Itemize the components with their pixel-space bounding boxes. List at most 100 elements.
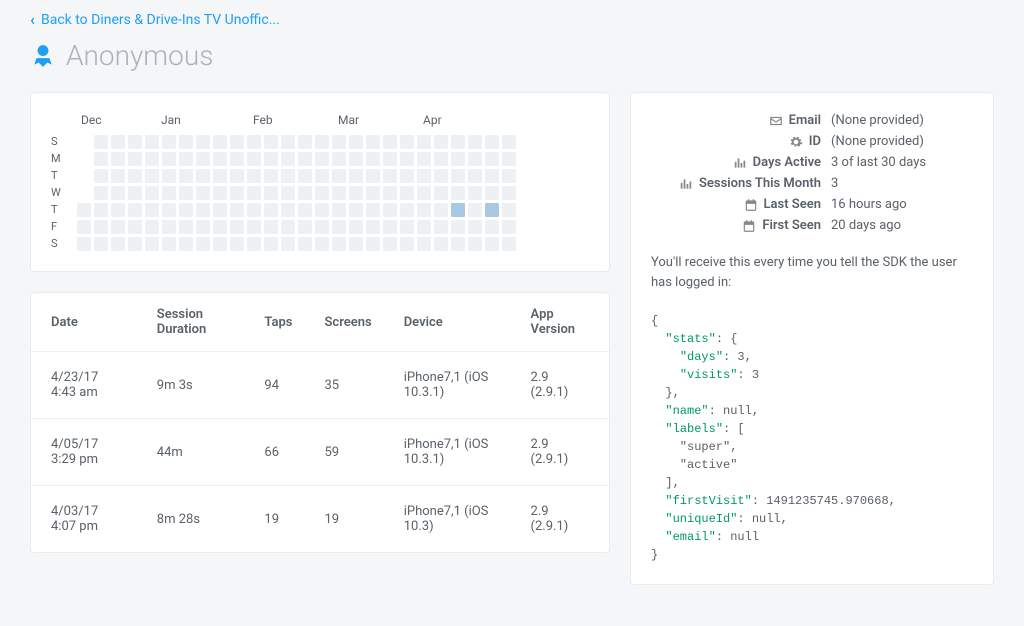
- heatmap-month-label: Mar: [338, 113, 423, 127]
- heatmap-cell: [485, 203, 499, 217]
- sdk-note: You'll receive this every time you tell …: [651, 253, 973, 292]
- heatmap-cell: [349, 237, 363, 251]
- heatmap-cell: [502, 152, 516, 166]
- heatmap-cell: [400, 203, 414, 217]
- heatmap-cell: [162, 220, 176, 234]
- heatmap-cell: [366, 203, 380, 217]
- heatmap-cell: [196, 152, 210, 166]
- heatmap-cell: [485, 152, 499, 166]
- heatmap-cell: [383, 186, 397, 200]
- heatmap-cell: [298, 152, 312, 166]
- info-label: First Seen: [762, 218, 821, 233]
- heatmap-cell: [417, 135, 431, 149]
- heatmap-cell: [247, 152, 261, 166]
- heatmap-cell: [179, 237, 193, 251]
- info-value: 3: [831, 176, 973, 191]
- info-value: 20 days ago: [831, 218, 973, 233]
- heatmap-weekdays: SMTWTFS: [51, 135, 67, 251]
- heatmap-cell: [417, 186, 431, 200]
- heatmap-cell: [400, 220, 414, 234]
- heatmap-cell: [434, 203, 448, 217]
- heatmap-cell: [298, 169, 312, 183]
- heatmap-cell: [468, 220, 482, 234]
- info-label: Email: [789, 113, 821, 128]
- heatmap-cell: [247, 203, 261, 217]
- heatmap-cell: [332, 220, 346, 234]
- table-cell: 44m: [137, 419, 245, 486]
- heatmap-cell: [417, 169, 431, 183]
- heatmap-weekday-label: S: [51, 237, 67, 251]
- heatmap-cell: [94, 237, 108, 251]
- heatmap-cell: [94, 135, 108, 149]
- table-row[interactable]: 4/05/17 3:29 pm44m6659iPhone7,1 (iOS 10.…: [31, 419, 609, 486]
- heatmap-weekday-label: M: [51, 152, 67, 166]
- heatmap-cell: [315, 203, 329, 217]
- heatmap-cell: [247, 237, 261, 251]
- heatmap-month-label: Dec: [81, 113, 161, 127]
- user-info-list: Email(None provided)ID(None provided)Day…: [651, 113, 973, 233]
- info-value: (None provided): [831, 113, 973, 128]
- heatmap-cell: [315, 220, 329, 234]
- heatmap-cell: [230, 203, 244, 217]
- heatmap-cell: [196, 186, 210, 200]
- heatmap-cell: [451, 169, 465, 183]
- table-cell: 59: [305, 419, 384, 486]
- info-row: Sessions This Month3: [651, 176, 973, 191]
- heatmap-cell: [128, 203, 142, 217]
- heatmap-cell: [77, 220, 91, 234]
- heatmap-cell: [264, 152, 278, 166]
- heatmap-cell: [315, 169, 329, 183]
- table-cell: 35: [305, 352, 384, 419]
- heatmap-cell: [468, 186, 482, 200]
- heatmap-cell: [315, 186, 329, 200]
- heatmap-cell: [145, 203, 159, 217]
- back-link[interactable]: ‹ Back to Diners & Drive-Ins TV Unoffic.…: [30, 10, 280, 29]
- heatmap-cell: [230, 220, 244, 234]
- table-row[interactable]: 4/03/17 4:07 pm8m 28s1919iPhone7,1 (iOS …: [31, 486, 609, 553]
- heatmap-cell: [230, 135, 244, 149]
- heatmap-cell: [94, 186, 108, 200]
- heatmap-cell: [264, 203, 278, 217]
- heatmap-cell: [162, 135, 176, 149]
- heatmap-cell: [111, 152, 125, 166]
- heatmap-cell: [111, 186, 125, 200]
- heatmap-cell: [349, 152, 363, 166]
- heatmap-cell: [94, 203, 108, 217]
- heatmap-cell: [502, 169, 516, 183]
- table-cell: 94: [244, 352, 304, 419]
- table-cell: iPhone7,1 (iOS 10.3.1): [384, 419, 511, 486]
- table-row[interactable]: 4/23/17 4:43 am9m 3s9435iPhone7,1 (iOS 1…: [31, 352, 609, 419]
- table-header: App Version: [511, 293, 609, 352]
- heatmap-cell: [128, 220, 142, 234]
- heatmap-cell: [111, 237, 125, 251]
- heatmap-cell: [315, 237, 329, 251]
- heatmap-cell: [264, 220, 278, 234]
- table-cell: 66: [244, 419, 304, 486]
- heatmap-cells: [77, 135, 516, 251]
- heatmap-cell: [128, 169, 142, 183]
- heatmap-cell: [247, 135, 261, 149]
- heatmap-cell: [128, 152, 142, 166]
- heatmap-months: DecJanFebMarApr: [51, 113, 589, 127]
- heatmap-month-label: Feb: [253, 113, 338, 127]
- heatmap-cell: [264, 186, 278, 200]
- heatmap-cell: [213, 203, 227, 217]
- heatmap-cell: [162, 169, 176, 183]
- heatmap-cell: [332, 203, 346, 217]
- heatmap-cell: [247, 169, 261, 183]
- heatmap-cell: [179, 203, 193, 217]
- heatmap-cell: [213, 220, 227, 234]
- chevron-left-icon: ‹: [30, 10, 35, 29]
- heatmap-cell: [145, 237, 159, 251]
- heatmap-cell: [400, 152, 414, 166]
- heatmap-cell: [281, 169, 295, 183]
- heatmap-cell: [281, 186, 295, 200]
- heatmap-cell: [451, 237, 465, 251]
- user-info-card: Email(None provided)ID(None provided)Day…: [630, 92, 994, 585]
- heatmap-cell: [281, 152, 295, 166]
- table-cell: 19: [244, 486, 304, 553]
- heatmap-cell: [332, 152, 346, 166]
- heatmap-cell: [111, 203, 125, 217]
- heatmap-weekday-label: S: [51, 135, 67, 149]
- heatmap-cell: [111, 135, 125, 149]
